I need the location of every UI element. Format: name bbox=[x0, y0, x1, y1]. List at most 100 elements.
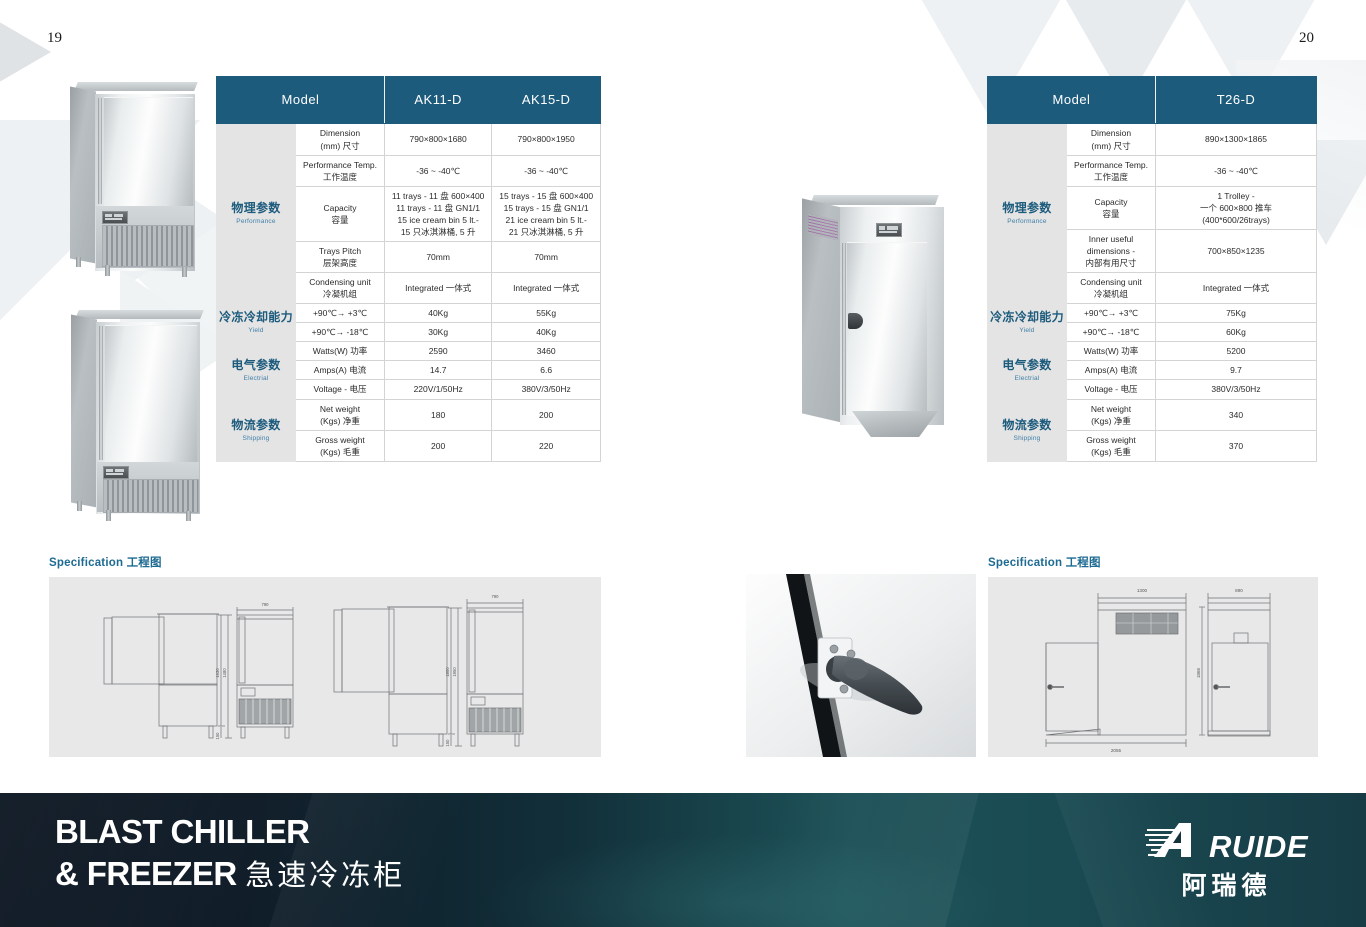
footer-glow bbox=[480, 833, 1000, 927]
control-panel bbox=[102, 211, 128, 224]
cabinet-door bbox=[847, 242, 927, 416]
table-row: 冷冻冷却能力 Yield +90℃→ +3℃ 40Kg 55Kg bbox=[216, 303, 601, 343]
control-panel bbox=[103, 466, 129, 479]
right-group-2: 电气参数 Electrial bbox=[987, 341, 1067, 400]
technical-drawing-ak11d: 790 1630 1480 150 790 1800 1950 150 bbox=[103, 594, 524, 747]
door-hinge bbox=[99, 326, 103, 460]
right-value: 340 bbox=[1155, 398, 1317, 431]
cabinet-door bbox=[104, 97, 193, 206]
left-value: 790×800×1680 bbox=[383, 123, 493, 156]
right-value: 370 bbox=[1155, 429, 1317, 462]
right-value: -36 ~ -40℃ bbox=[1155, 154, 1317, 187]
ventilation-grille bbox=[103, 479, 199, 513]
left-param-name: Capacity 容量 bbox=[295, 185, 385, 242]
right-param-name: +90℃→ -18℃ bbox=[1066, 322, 1156, 343]
left-value: 11 trays - 11 盘 600×400 11 trays - 11 盘 G… bbox=[383, 185, 493, 242]
table-row: 物流参数 Shipping Net weight (Kgs) 净重 180 200 bbox=[216, 398, 601, 462]
table-row: 冷冻冷却能力 Yield +90℃→ +3℃ 75Kg bbox=[987, 303, 1317, 343]
right-param-name: Performance Temp. 工作温度 bbox=[1066, 154, 1156, 187]
dim-leg-2: 150 bbox=[445, 739, 450, 747]
right-param-name: Capacity 容量 bbox=[1066, 185, 1156, 230]
right-value: 9.7 bbox=[1155, 360, 1317, 381]
footer-title-block: BLAST CHILLER & FREEZER 急速冷冻柜 bbox=[55, 811, 405, 895]
page-number-left: 19 bbox=[47, 30, 62, 46]
left-value: 40Kg bbox=[383, 303, 493, 324]
right-param-name: Inner useful dimensions - 内部有用尺寸 bbox=[1066, 228, 1156, 274]
right-value: Integrated 一体式 bbox=[1155, 272, 1317, 305]
cabinet-top bbox=[810, 195, 939, 205]
logo-mark: RUIDE bbox=[1145, 821, 1308, 864]
right-param-name: Watts(W) 功率 bbox=[1066, 341, 1156, 362]
right-param-name: Amps(A) 电流 bbox=[1066, 360, 1156, 381]
spec-label-left: Specification 工程图 bbox=[49, 557, 162, 569]
logo-wordmark: RUIDE bbox=[1209, 828, 1308, 864]
technical-drawing-t26d: 1300 890 1865 2055 bbox=[1045, 588, 1271, 753]
left-param-name: Condensing unit 冷凝机组 bbox=[295, 272, 385, 305]
brand-logo: RUIDE 阿瑞德 bbox=[1145, 821, 1308, 902]
left-param-name: Gross weight (Kgs) 毛重 bbox=[295, 429, 385, 462]
right-group-3: 物流参数 Shipping bbox=[987, 398, 1067, 462]
product-photo-ak11d bbox=[62, 82, 207, 277]
table-row: 电气参数 Electrial Watts(W) 功率 2590 3460 bbox=[216, 341, 601, 400]
dim-height-right: 1865 bbox=[1196, 667, 1201, 678]
right-value: 60Kg bbox=[1155, 322, 1317, 343]
dim-height-total-2: 1950 bbox=[452, 667, 457, 677]
left-param-name: Amps(A) 电流 bbox=[295, 360, 385, 381]
right-param-name: Net weight (Kgs) 净重 bbox=[1066, 398, 1156, 431]
left-value: 790×800×1950 bbox=[491, 123, 601, 156]
logo-chinese-name: 阿瑞德 bbox=[1181, 871, 1272, 900]
entry-ramp bbox=[852, 411, 938, 437]
left-value: 220 bbox=[491, 429, 601, 462]
control-panel bbox=[876, 223, 902, 237]
right-param-name: Gross weight (Kgs) 毛重 bbox=[1066, 429, 1156, 462]
right-value: 75Kg bbox=[1155, 303, 1317, 324]
left-model-header: Model bbox=[216, 75, 385, 125]
left-value: -36 ~ -40℃ bbox=[491, 154, 601, 187]
spec-table-left: Model AK11-D AK15-D 物理参数 Performance Dimensio… bbox=[216, 75, 601, 462]
table-row: 物流参数 Shipping Net weight (Kgs) 净重 340 bbox=[987, 398, 1317, 462]
left-value: 180 bbox=[383, 398, 493, 431]
cabinet-top bbox=[74, 82, 198, 91]
cabinet-leg bbox=[77, 501, 82, 511]
left-value: 30Kg bbox=[383, 322, 493, 343]
left-value: 2590 bbox=[383, 341, 493, 362]
right-group-1: 冷冻冷却能力 Yield bbox=[987, 303, 1067, 343]
left-group-2: 电气参数 Electrial bbox=[216, 341, 296, 400]
left-value: 6.6 bbox=[491, 360, 601, 381]
left-param-name: Net weight (Kgs) 净重 bbox=[295, 398, 385, 431]
cabinet-leg bbox=[106, 510, 111, 521]
left-value: 40Kg bbox=[491, 322, 601, 343]
dim-height-body-2: 1800 bbox=[445, 667, 450, 677]
left-value: Integrated 一体式 bbox=[383, 272, 493, 305]
left-value: 14.7 bbox=[383, 360, 493, 381]
footer-title-line2: & FREEZER 急速冷冻柜 bbox=[55, 853, 405, 895]
dim-leg-1: 150 bbox=[215, 732, 220, 740]
door-hinge bbox=[842, 243, 846, 415]
dim-width-right: 1300 bbox=[1137, 588, 1148, 593]
drawing-box-left: 790 1630 1480 150 790 1800 1950 150 bbox=[49, 577, 601, 757]
dim-height-total-1: 1480 bbox=[222, 668, 227, 678]
footer-title-line1: BLAST CHILLER bbox=[55, 813, 310, 850]
cabinet-leg bbox=[182, 267, 187, 277]
door-hinge bbox=[98, 98, 102, 204]
left-value: 15 trays - 15 盘 600×400 15 trays - 15 盘 G… bbox=[491, 185, 601, 242]
drawing-box-right: 1300 890 1865 2055 bbox=[988, 577, 1318, 757]
right-param-name: Condensing unit 冷凝机组 bbox=[1066, 272, 1156, 305]
cabinet-leg bbox=[105, 265, 110, 276]
right-value: 380V/3/50Hz bbox=[1155, 379, 1317, 400]
left-value: 220V/1/50Hz bbox=[383, 379, 493, 400]
dim-depth-ramp-right: 2055 bbox=[1111, 748, 1122, 753]
right-param-name: +90℃→ +3℃ bbox=[1066, 303, 1156, 324]
left-value: 380V/3/50Hz bbox=[491, 379, 601, 400]
cabinet-leg bbox=[76, 257, 81, 267]
right-param-name: Voltage - 电压 bbox=[1066, 379, 1156, 400]
right-value: 700×850×1235 bbox=[1155, 228, 1317, 274]
dim-depth-right: 890 bbox=[1235, 588, 1243, 593]
page-number-right: 20 bbox=[1299, 30, 1314, 46]
table-row: 物理参数 Performance Dimension (mm) 尺寸 890×1300×… bbox=[987, 123, 1317, 305]
footer-title-zh: 急速冷冻柜 bbox=[245, 860, 406, 893]
left-param-name: +90℃→ +3℃ bbox=[295, 303, 385, 324]
left-param-name: Watts(W) 功率 bbox=[295, 341, 385, 362]
cabinet-leg bbox=[186, 511, 191, 521]
left-group-1: 冷冻冷却能力 Yield bbox=[216, 303, 296, 343]
